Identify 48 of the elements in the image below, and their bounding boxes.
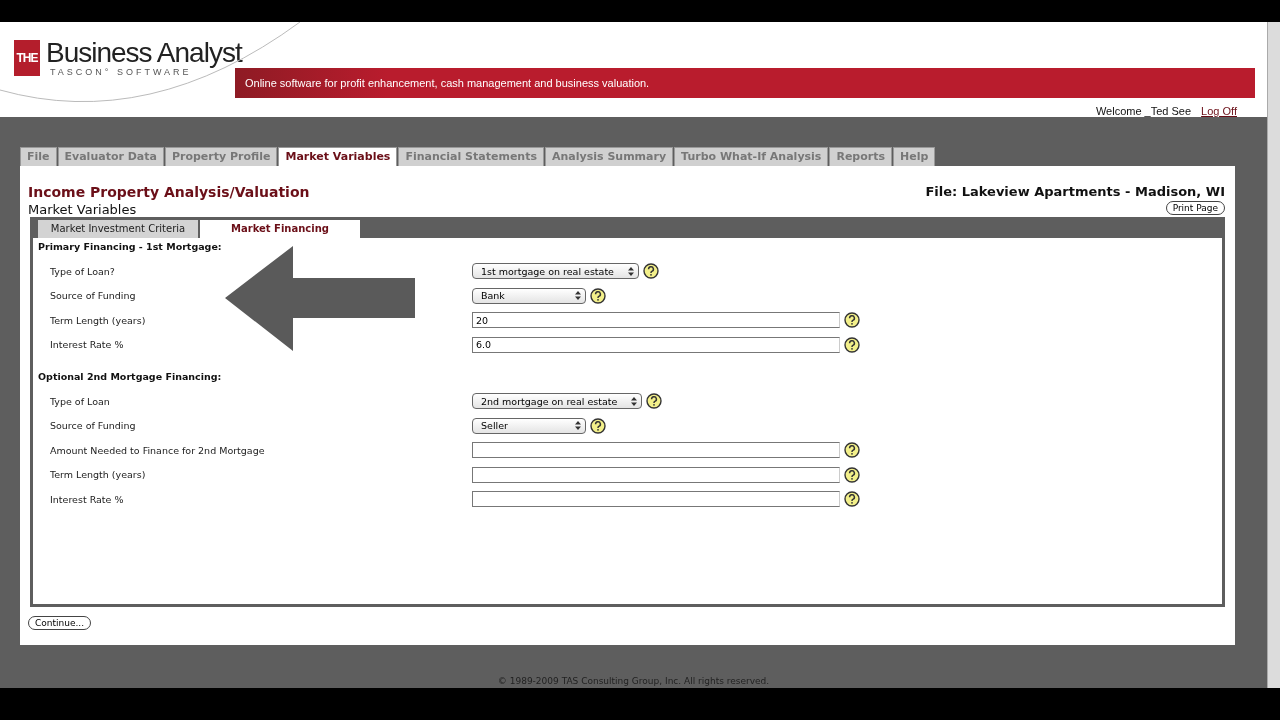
dropdown[interactable]: Seller <box>472 417 586 434</box>
field-label: Term Length (years) <box>49 469 147 481</box>
page-subtitle: Market Variables <box>28 202 137 217</box>
stepper-icon <box>575 291 581 301</box>
logo-mark: THE <box>14 40 40 76</box>
input-field[interactable]: 20 <box>472 312 840 329</box>
field-label: Source of Funding <box>49 420 137 432</box>
dropdown[interactable]: 2nd mortgage on real estate <box>472 393 643 410</box>
field-label: Term Length (years) <box>49 314 147 326</box>
help-icon[interactable] <box>844 336 860 353</box>
dropdown[interactable]: Bank <box>472 287 586 304</box>
scrollbar[interactable] <box>1267 22 1280 688</box>
log-off-link[interactable]: Log Off <box>1201 105 1237 117</box>
file-name: File: Lakeview Apartments - Madison, WI <box>925 184 1225 199</box>
continue-button[interactable]: Continue... <box>28 616 92 630</box>
field-label: Amount Needed to Finance for 2nd Mortgage <box>49 444 266 456</box>
print-button[interactable]: Print Page <box>1165 201 1225 215</box>
page-title: Income Property Analysis/Valuation <box>28 184 310 200</box>
input-field[interactable] <box>472 491 840 508</box>
field-label: Interest Rate % <box>49 339 125 351</box>
input-field[interactable]: 6.0 <box>472 336 840 353</box>
section-heading: Primary Financing - 1st Mortgage: <box>38 241 223 254</box>
help-icon[interactable] <box>642 263 659 280</box>
tagline: Online software for profit enhancement, cash management and business valuation. <box>245 77 650 89</box>
sub-tab[interactable]: Market Financing <box>200 220 360 238</box>
stepper-icon <box>575 421 581 431</box>
help-icon[interactable] <box>844 442 860 459</box>
stepper-icon <box>627 266 634 276</box>
nav-tab[interactable]: Market Variables <box>278 147 398 166</box>
help-icon[interactable] <box>844 312 860 329</box>
field-label: Type of Loan <box>49 395 111 407</box>
field-label: Type of Loan? <box>49 265 116 277</box>
help-icon[interactable] <box>844 491 860 508</box>
field-label: Source of Funding <box>49 290 137 302</box>
input-field[interactable] <box>472 466 840 483</box>
stepper-icon <box>631 396 638 406</box>
help-icon[interactable] <box>590 287 606 304</box>
help-icon[interactable] <box>590 417 606 434</box>
sub-tab[interactable]: Market Investment Criteria <box>38 220 198 238</box>
help-icon[interactable] <box>844 466 860 483</box>
logo-subtitle: TASCON° SOFTWARE <box>50 67 192 77</box>
field-label: Interest Rate % <box>49 493 125 505</box>
help-icon[interactable] <box>646 393 663 410</box>
logo-title: Business Analyst <box>46 39 242 67</box>
welcome-text: Welcome _Ted See <box>1095 105 1192 117</box>
input-field[interactable] <box>472 442 840 459</box>
section-heading: Optional 2nd Mortgage Financing: <box>38 371 223 384</box>
dropdown[interactable]: 1st mortgage on real estate <box>472 263 639 280</box>
